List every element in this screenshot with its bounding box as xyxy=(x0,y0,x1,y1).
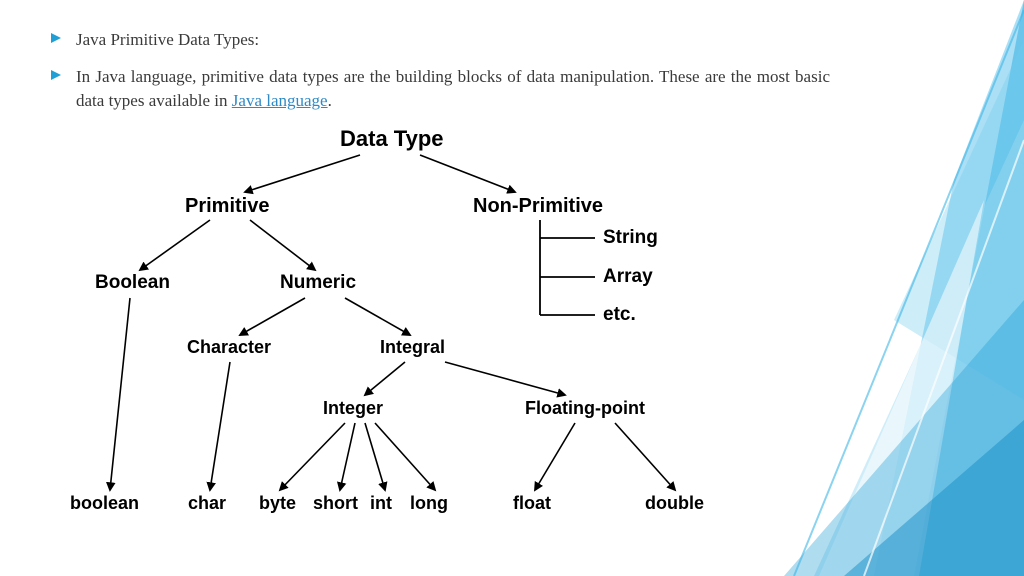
node-primitive: Primitive xyxy=(185,195,269,218)
leaf-char: char xyxy=(188,493,226,514)
text-content: Java Primitive Data Types: In Java langu… xyxy=(50,28,830,126)
leaf-boolean: boolean xyxy=(70,493,139,514)
node-etc: etc. xyxy=(603,304,636,326)
slide: Java Primitive Data Types: In Java langu… xyxy=(0,0,1024,576)
body-post: . xyxy=(328,91,332,110)
leaf-double: double xyxy=(645,493,704,514)
node-data-type: Data Type xyxy=(340,126,444,152)
node-integral: Integral xyxy=(380,337,445,358)
data-type-tree: Data Type Primitive Non-Primitive String… xyxy=(55,120,775,560)
leaf-float: float xyxy=(513,493,551,514)
leaf-short: short xyxy=(313,493,358,514)
node-floating-point: Floating-point xyxy=(525,398,645,419)
java-language-link[interactable]: Java language xyxy=(232,91,328,110)
body-pre: In Java language, primitive data types a… xyxy=(76,67,830,111)
node-array: Array xyxy=(603,266,653,288)
leaf-long: long xyxy=(410,493,448,514)
node-string: String xyxy=(603,227,658,249)
node-non-primitive: Non-Primitive xyxy=(473,195,603,218)
bullet-item-body: In Java language, primitive data types a… xyxy=(50,65,830,114)
node-numeric: Numeric xyxy=(280,272,356,294)
node-character: Character xyxy=(187,337,271,358)
bullet-icon xyxy=(50,69,62,81)
bullet-title-text: Java Primitive Data Types: xyxy=(76,28,259,53)
node-integer: Integer xyxy=(323,398,383,419)
bullet-item-title: Java Primitive Data Types: xyxy=(50,28,830,53)
node-boolean-category: Boolean xyxy=(95,272,170,294)
bullet-body-text: In Java language, primitive data types a… xyxy=(76,65,830,114)
leaf-int: int xyxy=(370,493,392,514)
leaf-byte: byte xyxy=(259,493,296,514)
bullet-icon xyxy=(50,32,62,44)
